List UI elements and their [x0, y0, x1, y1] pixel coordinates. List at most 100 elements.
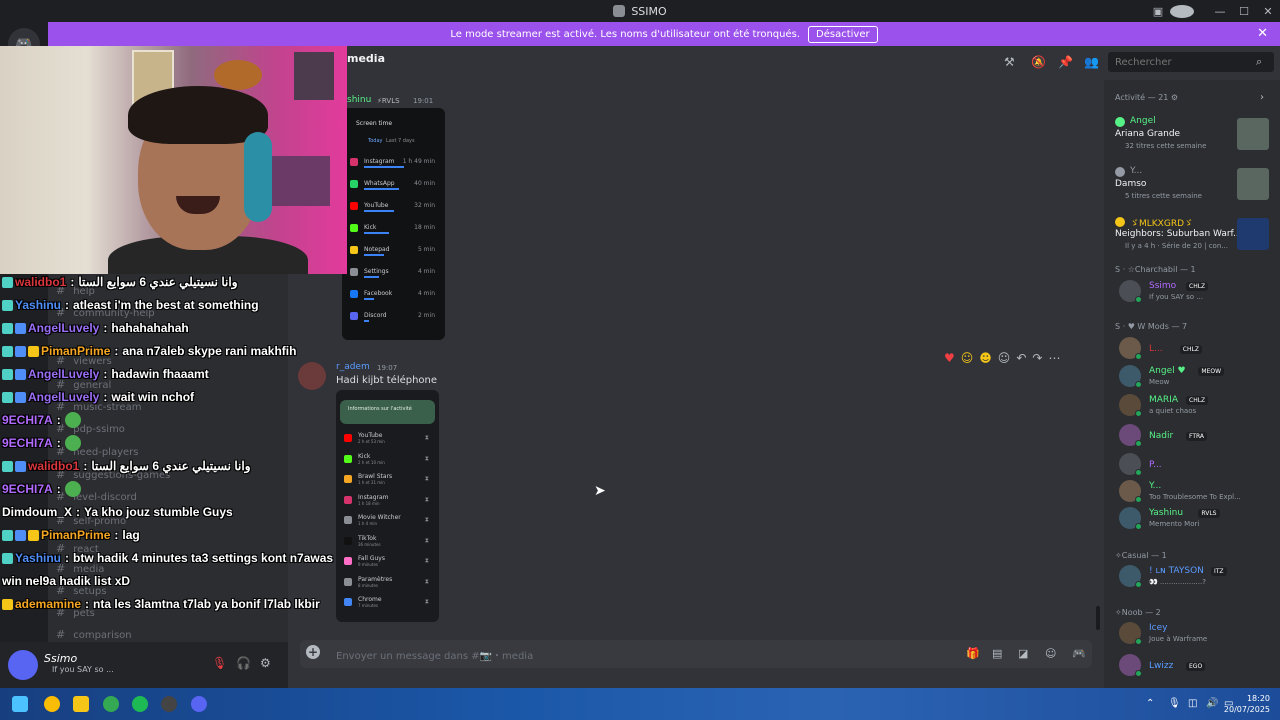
channel-item-comparison[interactable]: # comparison	[56, 628, 132, 641]
member-section-title: ✧Noob — 2	[1115, 608, 1161, 617]
avatar[interactable]	[8, 650, 38, 680]
disable-streamer-mode-button[interactable]: Désactiver	[808, 25, 878, 43]
deafen-icon[interactable]: 🎧	[236, 656, 251, 670]
status-dot-icon	[1135, 381, 1142, 388]
app-time: 7 minutes	[358, 603, 379, 608]
member-name[interactable]: L...	[1149, 344, 1163, 354]
message-timestamp: 19:07	[377, 364, 398, 372]
taskbar-clock[interactable]: 18:20 20/07/2025	[1224, 693, 1270, 715]
chat-message-text: وانا نسيتيلي عندي 6 سوايع الستا	[91, 459, 251, 473]
maximize-button[interactable]: ☐	[1232, 5, 1256, 18]
gear-icon[interactable]: ⚙	[260, 656, 271, 670]
member-list-icon[interactable]: 👥	[1084, 55, 1099, 69]
browser-icon[interactable]	[103, 696, 119, 712]
chrome-icon[interactable]	[44, 696, 60, 712]
image-attachment-screen-time[interactable]: Screen time Today Last 7 days Instagram 1…	[342, 108, 445, 340]
pin-icon[interactable]: 📌	[1058, 55, 1073, 69]
app-time: 40 min	[414, 180, 435, 187]
member-name[interactable]: Lwizz	[1149, 661, 1173, 671]
activities-icon[interactable]: 🎮	[1072, 647, 1086, 660]
mouse-cursor-icon: ➤	[594, 483, 606, 499]
start-icon[interactable]	[12, 696, 28, 712]
chat-badge-icon	[15, 368, 26, 380]
webcam-overlay	[0, 46, 347, 274]
member-status-text: 👀 ...................?	[1149, 578, 1206, 586]
add-reaction-icon[interactable]: ☺	[998, 351, 1011, 365]
member-name[interactable]: Angel ♥	[1149, 366, 1186, 376]
gif-icon[interactable]: ▤	[992, 647, 1002, 660]
activity-avatar	[1115, 117, 1125, 127]
activity-user[interactable]: Y...	[1130, 166, 1142, 176]
app-name: Fall Guys	[358, 555, 385, 562]
member-name[interactable]: Nadir	[1149, 431, 1173, 441]
chat-badge-icon	[2, 391, 13, 403]
image-attachment-activity[interactable]: Informations sur l'activité YouTube 2 h e…	[336, 390, 439, 622]
tray-chevron-icon[interactable]: ⌃	[1146, 698, 1154, 709]
channel-title: media	[347, 52, 385, 65]
activity-subtitle: 32 titres cette semaine	[1125, 142, 1207, 150]
search-input[interactable]	[1108, 52, 1274, 72]
member-name[interactable]: Icey	[1149, 623, 1167, 633]
phone-title: Screen time	[356, 120, 393, 127]
inbox-icon[interactable]: ▣	[1146, 5, 1170, 18]
message-author[interactable]: shinu	[347, 95, 371, 105]
threads-icon[interactable]: ⚒	[1004, 55, 1015, 69]
add-attachment-icon[interactable]: +	[306, 645, 320, 659]
help-icon[interactable]: ?	[1170, 4, 1194, 18]
obs-icon[interactable]	[161, 696, 177, 712]
member-name[interactable]: ! ʟɴ TAYSON	[1149, 566, 1204, 576]
member-name[interactable]: MARIA	[1149, 395, 1178, 405]
file-explorer-icon[interactable]	[73, 696, 89, 712]
chat-badge-icon	[15, 345, 26, 357]
hourglass-icon: ⧗	[424, 598, 429, 605]
member-status-text: Too Troublesome To Expl...	[1149, 493, 1241, 501]
chat-message-text: lag	[122, 528, 140, 542]
gift-icon[interactable]: 🎁	[966, 647, 980, 660]
activity-title: Neighbors: Suburban Warf...	[1115, 229, 1242, 239]
mic-icon[interactable]: 🎙	[1168, 698, 1181, 709]
laugh-reaction-icon[interactable]: ☺	[961, 351, 974, 365]
forward-icon[interactable]: ↷	[1032, 351, 1042, 365]
activity-thumbnail[interactable]	[1237, 168, 1269, 200]
app-name: TikTok	[358, 534, 377, 542]
activity-user[interactable]: ゞMLKXGRDゞ	[1130, 216, 1193, 229]
user-name[interactable]: Ssimo	[44, 652, 77, 665]
chat-username: Yashinu	[15, 551, 62, 565]
chat-badge-icon	[2, 299, 13, 311]
activity-thumbnail[interactable]	[1237, 118, 1269, 150]
app-icon	[350, 312, 358, 320]
mic-muted-icon[interactable]: 🎙	[212, 656, 227, 670]
emoji-icon[interactable]: ☺	[1045, 647, 1056, 660]
chat-line: Dimdoum_X: Ya kho jouz stumble Guys	[2, 505, 233, 519]
more-icon[interactable]: ⋯	[1048, 351, 1060, 365]
chevron-right-icon[interactable]: ›	[1260, 92, 1264, 103]
message-composer[interactable]: + Envoyer un message dans #📷・media 🎁 ▤ ◪…	[300, 640, 1092, 668]
network-icon[interactable]: ◫	[1188, 698, 1197, 709]
channel-label: comparison	[73, 630, 132, 641]
activity-avatar	[1115, 167, 1125, 177]
notifications-muted-icon[interactable]: 🔕	[1031, 55, 1046, 69]
heart-reaction-icon[interactable]: ♥	[944, 351, 955, 365]
close-window-button[interactable]: ✕	[1256, 5, 1280, 18]
discord-icon[interactable]	[191, 696, 207, 712]
sticker-icon[interactable]: ◪	[1018, 647, 1028, 660]
phone-app-row: TikTok 36 minutes ⧗	[344, 535, 433, 549]
chat-line: 9ECHI7A:	[2, 433, 81, 453]
member-name[interactable]: Ssimo	[1149, 281, 1176, 291]
chat-line: 9ECHI7A:	[2, 479, 81, 499]
member-name[interactable]: P...	[1149, 460, 1162, 470]
activity-thumbnail[interactable]	[1237, 218, 1269, 250]
app-icon	[350, 268, 358, 276]
activity-user[interactable]: Angel	[1130, 116, 1156, 126]
chat-line: AngelLuvely: wait win nchof	[2, 387, 194, 407]
rofl-reaction-icon[interactable]: ☻	[979, 351, 992, 365]
member-name[interactable]: Y...	[1149, 481, 1161, 491]
reply-icon[interactable]: ↶	[1016, 351, 1026, 365]
close-icon[interactable]: ✕	[1257, 26, 1268, 41]
minimize-button[interactable]: —	[1208, 5, 1232, 18]
member-name[interactable]: Yashinu	[1149, 508, 1183, 518]
chat-scrollbar[interactable]	[1096, 606, 1100, 630]
clock-date: 20/07/2025	[1223, 705, 1270, 714]
spotify-icon[interactable]	[132, 696, 148, 712]
volume-icon[interactable]: 🔊	[1206, 698, 1218, 709]
